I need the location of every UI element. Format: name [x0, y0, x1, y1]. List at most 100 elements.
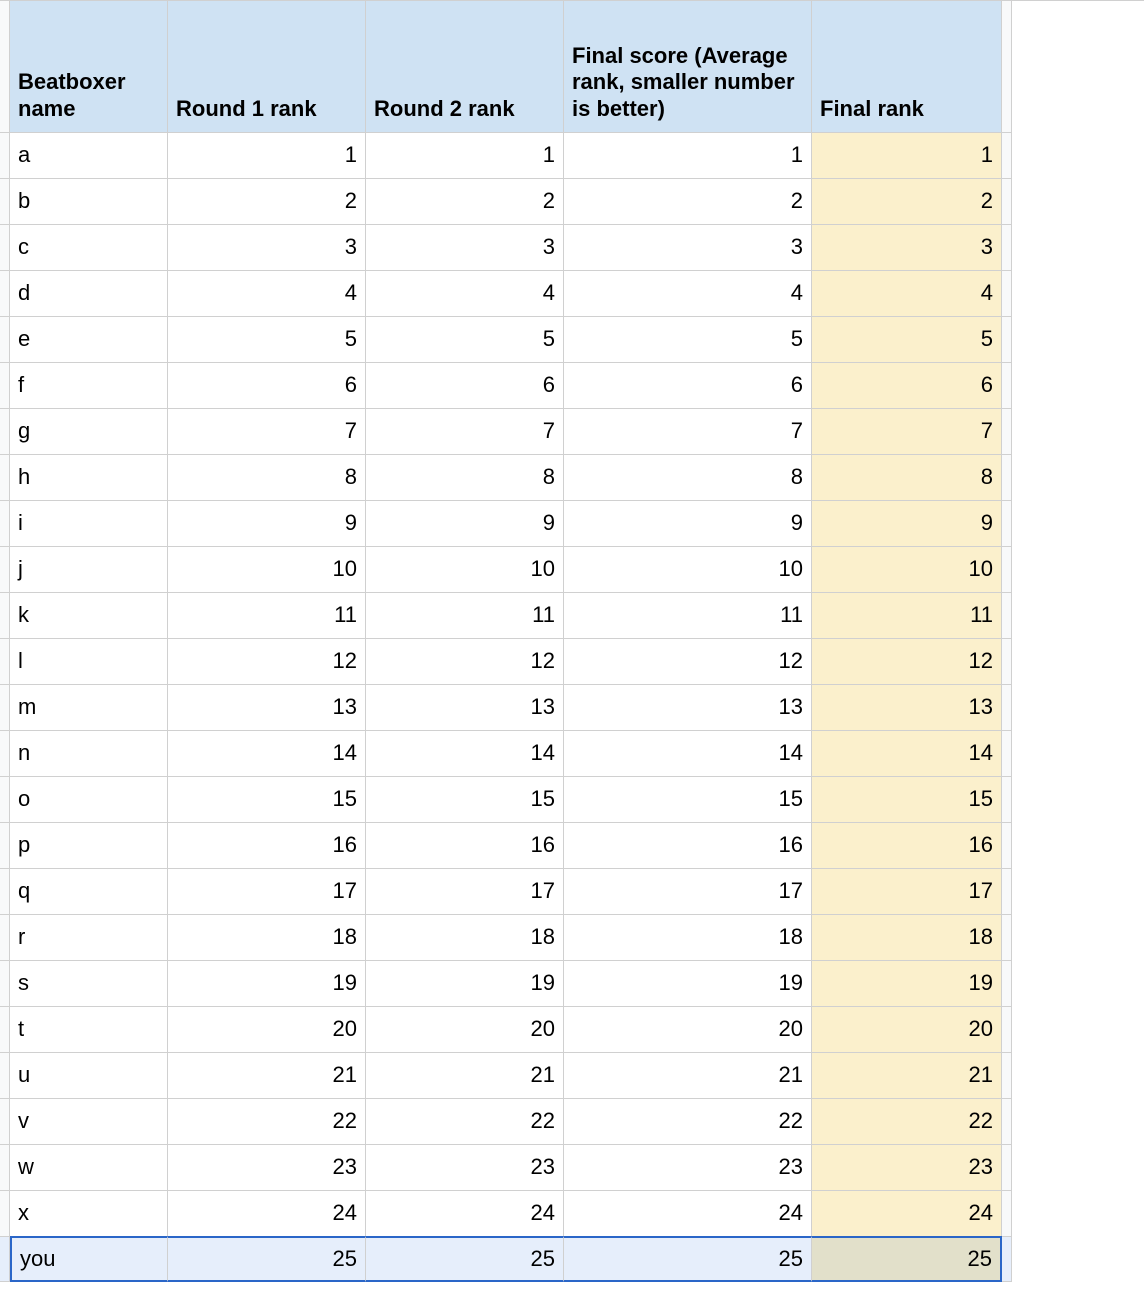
cell-name[interactable]: c: [10, 225, 168, 271]
cell-final[interactable]: 5: [812, 317, 1002, 363]
cell-round2[interactable]: 17: [366, 869, 564, 915]
cell-name[interactable]: j: [10, 547, 168, 593]
cell-round2[interactable]: 3: [366, 225, 564, 271]
cell-round2[interactable]: 19: [366, 961, 564, 1007]
cell-round1[interactable]: 25: [168, 1236, 366, 1282]
cell-round2[interactable]: 14: [366, 731, 564, 777]
cell-name[interactable]: h: [10, 455, 168, 501]
cell-round1[interactable]: 22: [168, 1099, 366, 1145]
cell-round2[interactable]: 5: [366, 317, 564, 363]
cell-name[interactable]: n: [10, 731, 168, 777]
cell-name[interactable]: v: [10, 1099, 168, 1145]
cell-round1[interactable]: 3: [168, 225, 366, 271]
cell-score[interactable]: 17: [564, 869, 812, 915]
cell-round1[interactable]: 8: [168, 455, 366, 501]
cell-name[interactable]: e: [10, 317, 168, 363]
cell-name[interactable]: you: [10, 1236, 168, 1282]
cell-score[interactable]: 20: [564, 1007, 812, 1053]
cell-score[interactable]: 12: [564, 639, 812, 685]
cell-round2[interactable]: 21: [366, 1053, 564, 1099]
cell-final[interactable]: 6: [812, 363, 1002, 409]
cell-name[interactable]: o: [10, 777, 168, 823]
cell-score[interactable]: 9: [564, 501, 812, 547]
cell-name[interactable]: k: [10, 593, 168, 639]
cell-score[interactable]: 1: [564, 133, 812, 179]
cell-final[interactable]: 16: [812, 823, 1002, 869]
cell-score[interactable]: 10: [564, 547, 812, 593]
cell-final[interactable]: 20: [812, 1007, 1002, 1053]
cell-final[interactable]: 19: [812, 961, 1002, 1007]
cell-round1[interactable]: 2: [168, 179, 366, 225]
cell-round1[interactable]: 11: [168, 593, 366, 639]
col-header-round1[interactable]: Round 1 rank: [168, 1, 366, 133]
cell-round1[interactable]: 7: [168, 409, 366, 455]
cell-round2[interactable]: 12: [366, 639, 564, 685]
cell-round1[interactable]: 19: [168, 961, 366, 1007]
cell-round2[interactable]: 8: [366, 455, 564, 501]
cell-name[interactable]: i: [10, 501, 168, 547]
cell-round2[interactable]: 2: [366, 179, 564, 225]
cell-name[interactable]: d: [10, 271, 168, 317]
cell-score[interactable]: 16: [564, 823, 812, 869]
cell-round1[interactable]: 17: [168, 869, 366, 915]
cell-name[interactable]: a: [10, 133, 168, 179]
cell-score[interactable]: 4: [564, 271, 812, 317]
cell-name[interactable]: m: [10, 685, 168, 731]
cell-round1[interactable]: 10: [168, 547, 366, 593]
cell-round1[interactable]: 15: [168, 777, 366, 823]
cell-score[interactable]: 23: [564, 1145, 812, 1191]
cell-round2[interactable]: 15: [366, 777, 564, 823]
cell-round1[interactable]: 24: [168, 1191, 366, 1237]
cell-score[interactable]: 7: [564, 409, 812, 455]
cell-round1[interactable]: 23: [168, 1145, 366, 1191]
cell-score[interactable]: 6: [564, 363, 812, 409]
cell-final[interactable]: 14: [812, 731, 1002, 777]
cell-round1[interactable]: 12: [168, 639, 366, 685]
cell-name[interactable]: u: [10, 1053, 168, 1099]
cell-score[interactable]: 2: [564, 179, 812, 225]
cell-round2[interactable]: 16: [366, 823, 564, 869]
cell-final[interactable]: 11: [812, 593, 1002, 639]
col-header-round2[interactable]: Round 2 rank: [366, 1, 564, 133]
cell-name[interactable]: r: [10, 915, 168, 961]
cell-round2[interactable]: 18: [366, 915, 564, 961]
cell-final[interactable]: 13: [812, 685, 1002, 731]
cell-score[interactable]: 13: [564, 685, 812, 731]
cell-round2[interactable]: 11: [366, 593, 564, 639]
cell-round1[interactable]: 20: [168, 1007, 366, 1053]
cell-score[interactable]: 3: [564, 225, 812, 271]
col-header-final[interactable]: Final rank: [812, 1, 1002, 133]
cell-final[interactable]: 25: [812, 1236, 1002, 1282]
cell-round1[interactable]: 18: [168, 915, 366, 961]
cell-score[interactable]: 24: [564, 1191, 812, 1237]
cell-name[interactable]: q: [10, 869, 168, 915]
cell-score[interactable]: 11: [564, 593, 812, 639]
cell-round1[interactable]: 21: [168, 1053, 366, 1099]
cell-round2[interactable]: 6: [366, 363, 564, 409]
cell-final[interactable]: 12: [812, 639, 1002, 685]
cell-name[interactable]: t: [10, 1007, 168, 1053]
cell-final[interactable]: 1: [812, 133, 1002, 179]
cell-round1[interactable]: 6: [168, 363, 366, 409]
cell-round2[interactable]: 25: [366, 1236, 564, 1282]
cell-final[interactable]: 24: [812, 1191, 1002, 1237]
cell-score[interactable]: 22: [564, 1099, 812, 1145]
cell-final[interactable]: 2: [812, 179, 1002, 225]
cell-round2[interactable]: 9: [366, 501, 564, 547]
cell-round1[interactable]: 16: [168, 823, 366, 869]
cell-score[interactable]: 15: [564, 777, 812, 823]
cell-final[interactable]: 15: [812, 777, 1002, 823]
cell-score[interactable]: 21: [564, 1053, 812, 1099]
cell-final[interactable]: 7: [812, 409, 1002, 455]
cell-final[interactable]: 10: [812, 547, 1002, 593]
cell-round1[interactable]: 1: [168, 133, 366, 179]
cell-final[interactable]: 23: [812, 1145, 1002, 1191]
col-header-score[interactable]: Final score (Average rank, smaller numbe…: [564, 1, 812, 133]
cell-score[interactable]: 19: [564, 961, 812, 1007]
cell-round1[interactable]: 4: [168, 271, 366, 317]
cell-name[interactable]: s: [10, 961, 168, 1007]
cell-round1[interactable]: 5: [168, 317, 366, 363]
cell-name[interactable]: p: [10, 823, 168, 869]
cell-name[interactable]: w: [10, 1145, 168, 1191]
cell-score[interactable]: 5: [564, 317, 812, 363]
